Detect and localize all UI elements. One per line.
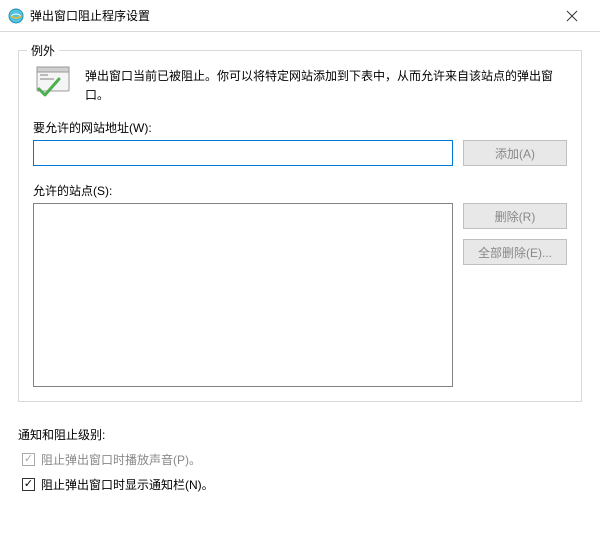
close-button[interactable] bbox=[552, 2, 592, 30]
sites-row: 删除(R) 全部删除(E)... bbox=[33, 203, 567, 387]
notify-checkbox-label: 阻止弹出窗口时显示通知栏(N)。 bbox=[41, 476, 214, 493]
titlebar: 弹出窗口阻止程序设置 bbox=[0, 0, 600, 32]
notify-checkbox[interactable] bbox=[22, 478, 35, 491]
address-input[interactable] bbox=[33, 140, 453, 166]
fieldset-legend: 例外 bbox=[27, 42, 59, 59]
address-row: 添加(A) bbox=[33, 140, 567, 166]
remove-all-button[interactable]: 全部删除(E)... bbox=[463, 239, 567, 265]
content-area: 例外 弹出窗口当前已被阻止。你可以将特定网站添加到下表中，从而允许来自该站点的弹… bbox=[0, 32, 600, 513]
add-button[interactable]: 添加(A) bbox=[463, 140, 567, 166]
app-icon bbox=[8, 8, 24, 24]
notify-checkbox-row: 阻止弹出窗口时显示通知栏(N)。 bbox=[18, 476, 582, 493]
address-label: 要允许的网站地址(W): bbox=[33, 119, 567, 136]
sites-buttons: 删除(R) 全部删除(E)... bbox=[463, 203, 567, 265]
info-text: 弹出窗口当前已被阻止。你可以将特定网站添加到下表中，从而允许来自该站点的弹出窗口… bbox=[85, 65, 567, 105]
sites-label: 允许的站点(S): bbox=[33, 182, 567, 199]
remove-button[interactable]: 删除(R) bbox=[463, 203, 567, 229]
exceptions-fieldset: 例外 弹出窗口当前已被阻止。你可以将特定网站添加到下表中，从而允许来自该站点的弹… bbox=[18, 50, 582, 402]
sound-checkbox bbox=[22, 453, 35, 466]
window-checkmark-icon bbox=[33, 65, 73, 97]
window-title: 弹出窗口阻止程序设置 bbox=[30, 7, 552, 24]
allowed-sites-list[interactable] bbox=[33, 203, 453, 387]
info-row: 弹出窗口当前已被阻止。你可以将特定网站添加到下表中，从而允许来自该站点的弹出窗口… bbox=[33, 65, 567, 105]
sound-checkbox-row: 阻止弹出窗口时播放声音(P)。 bbox=[18, 451, 582, 468]
notification-section-label: 通知和阻止级别: bbox=[18, 426, 582, 443]
sound-checkbox-label: 阻止弹出窗口时播放声音(P)。 bbox=[41, 451, 201, 468]
